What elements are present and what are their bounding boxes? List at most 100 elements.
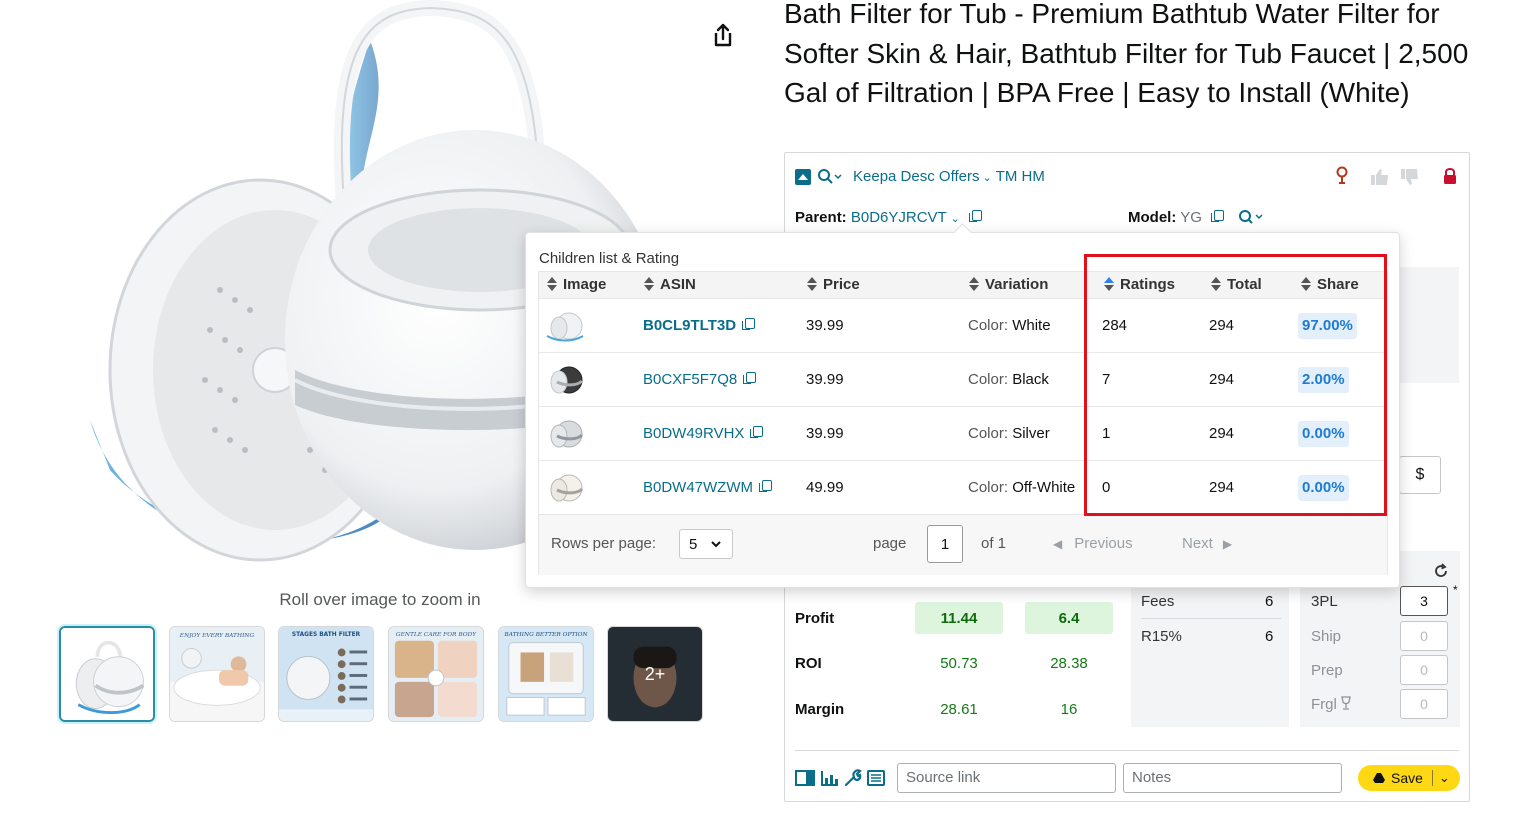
copy-icon[interactable] [759, 480, 772, 492]
keepa-links: Keepa Desc Offers ⌄ TM HM [853, 168, 1045, 185]
copy-icon[interactable] [750, 426, 764, 438]
copy-icon[interactable] [743, 372, 757, 384]
link-tm[interactable]: TM [996, 168, 1018, 185]
product-thumbnail[interactable] [543, 299, 589, 353]
roi-value-2: 28.38 [1050, 655, 1088, 672]
notes-input[interactable]: Notes [1123, 763, 1342, 793]
page-count: of 1 [981, 535, 1007, 552]
zoom-hint: Roll over image to zoom in [279, 590, 481, 609]
page-label: page [873, 535, 907, 552]
award-icon[interactable] [1335, 166, 1349, 191]
thumbnail-2[interactable]: ENJOY EVERY BATHING [169, 626, 265, 722]
fees-value: 6 [1265, 593, 1274, 610]
popup-title: Children list & Rating [539, 250, 680, 267]
thumbs-up-icon[interactable] [1370, 168, 1390, 191]
thumbnail-more[interactable]: 2+ [607, 626, 703, 722]
thumbnail-5[interactable]: BATHING BETTER OPTION [498, 626, 594, 722]
svg-text:STAGES BATH FILTER: STAGES BATH FILTER [292, 632, 361, 638]
price-cell: 49.99 [806, 479, 844, 496]
header-asin[interactable]: ASIN [644, 272, 696, 298]
list-icon[interactable] [867, 770, 885, 791]
previous-button[interactable]: ◀ Previous [1053, 535, 1133, 552]
sidebar-icon[interactable] [795, 770, 815, 791]
rows-per-page-select[interactable]: 5 [679, 529, 733, 559]
model-value: YG [1180, 209, 1202, 226]
lock-icon[interactable] [1442, 166, 1458, 191]
chevron-right-icon: ▶ [1222, 537, 1233, 551]
currency-button[interactable]: $ [1399, 456, 1441, 494]
svg-text:GENTLE CARE FOR BODY: GENTLE CARE FOR BODY [396, 632, 477, 638]
roi-label: ROI [795, 655, 822, 672]
prep-label: Prep [1311, 662, 1343, 679]
thumbnail-3[interactable]: STAGES BATH FILTER [278, 626, 374, 722]
sort-icon [644, 277, 654, 291]
link-desc[interactable]: Desc [901, 168, 935, 185]
price-cell: 39.99 [806, 425, 844, 442]
product-thumbnail[interactable] [543, 407, 589, 461]
search-icon[interactable] [817, 168, 843, 186]
save-button[interactable]: Save ⌄ [1358, 765, 1460, 791]
fragile-glass-icon [1341, 696, 1351, 710]
svg-text:BATHING BETTER OPTION: BATHING BETTER OPTION [503, 632, 588, 638]
r15-label: R15% [1141, 628, 1182, 645]
margin-value-2: 16 [1060, 701, 1078, 718]
product-title: Bath Filter for Tub - Premium Bathtub Wa… [784, 0, 1469, 108]
prep-input[interactable]: 0 [1400, 655, 1448, 685]
roi-value-1: 50.73 [940, 655, 978, 672]
next-button[interactable]: Next ▶ [1182, 535, 1232, 552]
asin-link[interactable]: B0DW47WZWM [643, 461, 772, 515]
copy-icon[interactable] [969, 210, 983, 222]
price-cell: 39.99 [806, 317, 844, 334]
variation-cell: Color: Black [968, 371, 1049, 388]
link-offers[interactable]: Offers [939, 168, 980, 185]
more-thumbnails-count: 2+ [644, 663, 666, 684]
profit-label: Profit [795, 610, 835, 627]
product-thumbnail[interactable] [543, 353, 589, 407]
parent-asin[interactable]: B0D6YJRCVT [851, 209, 947, 226]
copy-icon[interactable] [1211, 210, 1225, 222]
model-label: Model: [1128, 209, 1177, 226]
header-price[interactable]: Price [807, 272, 860, 298]
chevron-down-icon[interactable]: ⌄ [979, 172, 992, 184]
frgl-input[interactable]: 0 [1400, 689, 1448, 719]
thumbs-down-icon[interactable] [1400, 168, 1420, 191]
chart-icon[interactable] [821, 770, 839, 791]
asin-link[interactable]: B0CL9TLT3D [643, 299, 756, 353]
required-mark: * [1453, 583, 1458, 597]
refresh-icon[interactable] [1433, 563, 1449, 584]
three-pl-input[interactable]: 3 [1400, 586, 1448, 616]
sort-icon [969, 277, 979, 291]
drive-icon [1373, 773, 1385, 783]
chevron-down-icon [711, 540, 722, 547]
chevron-down-icon[interactable]: ⌄ [1439, 770, 1450, 786]
r15-value: 6 [1265, 628, 1274, 645]
header-image[interactable]: Image [547, 272, 607, 298]
wrench-icon[interactable] [844, 769, 862, 792]
header-variation[interactable]: Variation [969, 272, 1049, 298]
collapse-icon[interactable] [795, 169, 811, 185]
chevron-down-icon[interactable]: ⌄ [951, 213, 960, 225]
asin-link[interactable]: B0CXF5F7Q8 [643, 353, 757, 407]
parent-row: Parent: B0D6YJRCVT ⌄ [795, 209, 983, 226]
ship-input[interactable]: 0 [1400, 621, 1448, 651]
model-row: Model: YG [1128, 209, 1264, 226]
svg-text:ENJOY EVERY BATHING: ENJOY EVERY BATHING [179, 633, 255, 639]
sort-icon [807, 277, 817, 291]
chevron-left-icon: ◀ [1053, 537, 1063, 551]
save-label: Save [1391, 770, 1423, 786]
asin-link[interactable]: B0DW49RVHX [643, 407, 764, 461]
product-thumbnail[interactable] [543, 461, 589, 515]
price-cell: 39.99 [806, 371, 844, 388]
link-keepa[interactable]: Keepa [853, 168, 896, 185]
search-icon[interactable] [1238, 209, 1264, 225]
thumbnail-4[interactable]: GENTLE CARE FOR BODY [388, 626, 484, 722]
ship-label: Ship [1311, 628, 1342, 645]
pagination-footer: Rows per page: 5 page 1 of 1 ◀ Previous N… [539, 514, 1387, 575]
margin-label: Margin [795, 701, 845, 718]
page-input[interactable]: 1 [927, 525, 963, 563]
share-icon[interactable] [708, 20, 738, 50]
copy-icon[interactable] [742, 318, 756, 330]
thumbnail-1[interactable] [59, 626, 155, 722]
source-link-input[interactable]: Source link [897, 763, 1116, 793]
link-hm[interactable]: HM [1022, 168, 1045, 185]
